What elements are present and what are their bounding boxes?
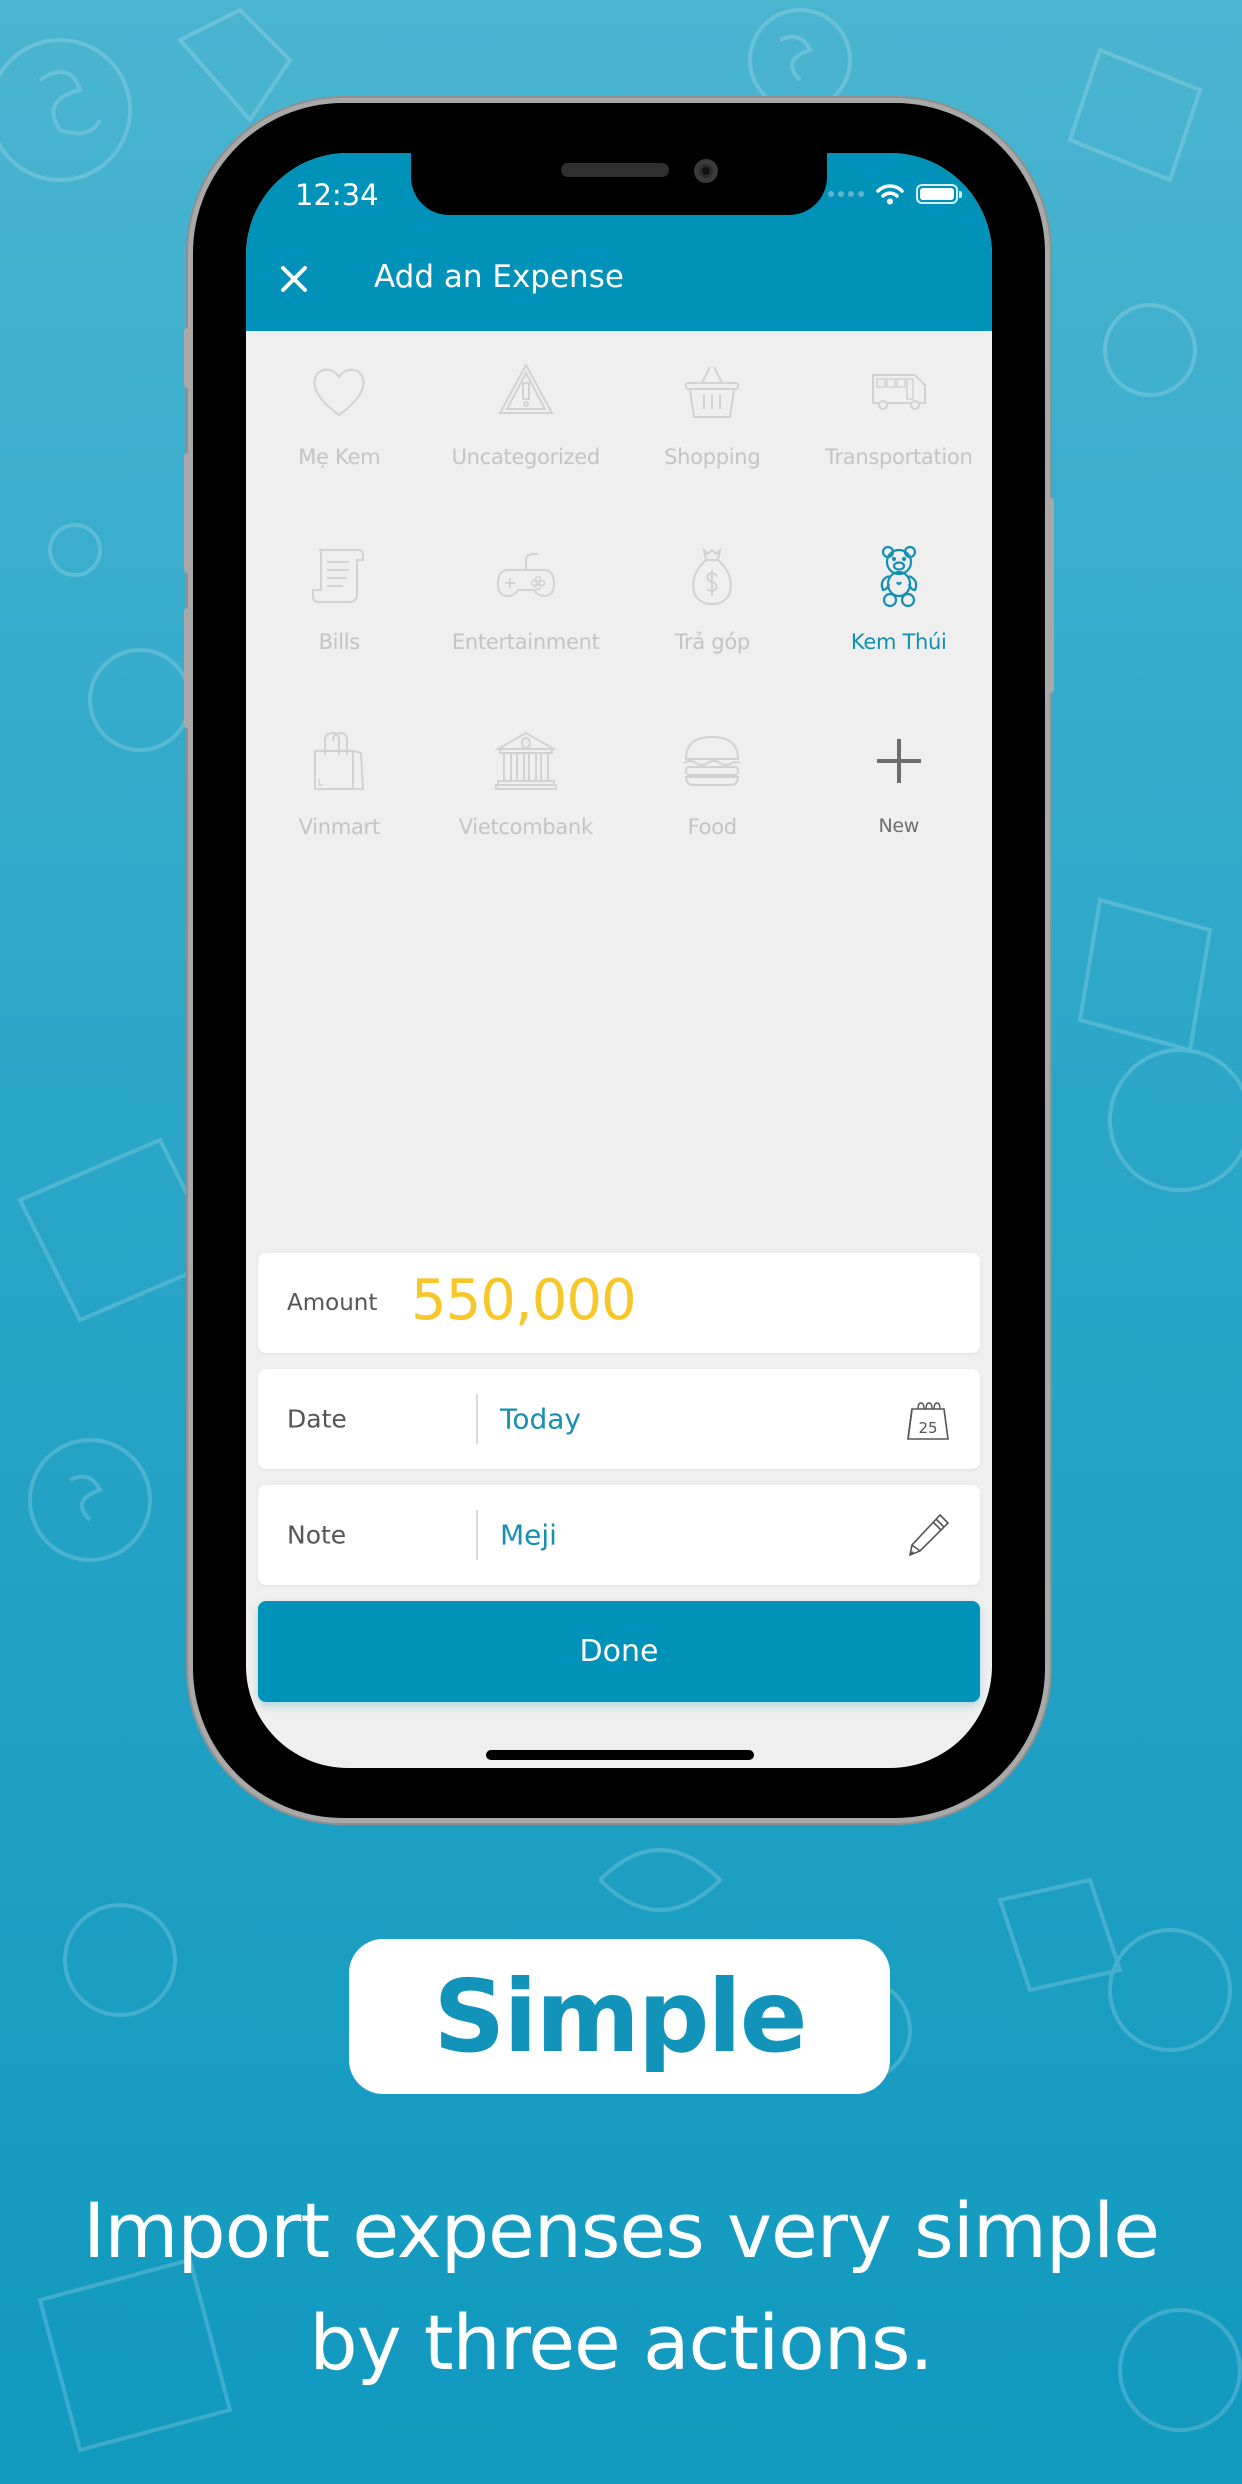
shopping-bag-icon — [314, 731, 365, 790]
category-label: Bills — [318, 630, 361, 654]
teddy-bear-icon — [880, 545, 917, 608]
warning-triangle-icon — [498, 362, 554, 414]
category-label: New — [878, 815, 920, 837]
bus-icon — [871, 374, 926, 410]
front-camera — [694, 159, 718, 183]
category-label: Kem Thúi — [850, 630, 947, 654]
calendar-day: 25 — [918, 1419, 937, 1437]
calendar-icon[interactable]: 25 — [904, 1395, 952, 1443]
phone-notch — [411, 153, 827, 215]
tagline: Import expenses very simple by three act… — [0, 2175, 1242, 2399]
feature-badge: Simple — [349, 1939, 890, 2094]
category-item[interactable]: Bills — [246, 544, 433, 729]
category-label: Entertainment — [451, 630, 600, 654]
amount-value[interactable]: 550,000 — [411, 1268, 637, 1333]
category-label: Food — [687, 815, 737, 839]
category-item[interactable]: Transportation — [806, 359, 993, 544]
date-field[interactable]: Date Today 25 — [258, 1369, 980, 1469]
tagline-line-2: by three actions. — [309, 2298, 933, 2387]
heart-icon — [313, 368, 365, 417]
phone-frame: 12:34 Add an Expense Mẹ Kem Uncategorize… — [184, 103, 1054, 1818]
category-item[interactable]: Trả góp — [619, 544, 806, 729]
app-screen: 12:34 Add an Expense Mẹ Kem Uncategorize… — [246, 153, 992, 1768]
home-indicator[interactable] — [486, 1750, 754, 1760]
done-button[interactable]: Done — [258, 1601, 980, 1702]
receipt-scroll-icon — [312, 549, 365, 603]
category-label: Transportation — [825, 445, 973, 469]
phone-volume-up-button — [184, 453, 190, 573]
category-item[interactable]: Mẹ Kem — [246, 359, 433, 544]
category-label: Vinmart — [298, 815, 380, 839]
gamepad-icon — [496, 553, 555, 598]
category-item[interactable]: Entertainment — [433, 544, 620, 729]
note-field[interactable]: Note Meji — [258, 1485, 980, 1585]
category-item[interactable]: Food — [619, 729, 806, 914]
phone-power-button — [1048, 498, 1054, 693]
battery-icon — [916, 184, 962, 204]
category-item[interactable]: Shopping — [619, 359, 806, 544]
close-button[interactable] — [276, 261, 312, 297]
burger-icon — [683, 735, 741, 786]
status-time: 12:34 — [295, 178, 379, 212]
feature-badge-text: Simple — [433, 1958, 807, 2075]
amount-label: Amount — [287, 1290, 378, 1316]
speaker-grille — [561, 163, 669, 177]
phone-volume-down-button — [184, 608, 190, 728]
category-label: Trả góp — [674, 630, 751, 654]
category-item[interactable]: Uncategorized — [433, 359, 620, 544]
phone-silent-switch — [184, 328, 190, 388]
category-label: Shopping — [664, 445, 761, 469]
pencil-icon[interactable] — [904, 1511, 952, 1559]
category-item[interactable]: Vinmart — [246, 729, 433, 914]
page-title: Add an Expense — [374, 259, 624, 295]
tagline-line-1: Import expenses very simple — [82, 2186, 1160, 2275]
plus-icon — [876, 739, 921, 783]
money-bag-icon — [692, 546, 732, 606]
category-item-selected[interactable]: Kem Thúi — [806, 544, 993, 729]
note-label: Note — [287, 1520, 347, 1550]
bank-icon — [493, 731, 558, 790]
amount-field[interactable]: Amount 550,000 — [258, 1253, 980, 1353]
date-divider — [476, 1394, 478, 1444]
wifi-icon — [876, 184, 904, 205]
category-item[interactable]: Vietcombank — [433, 729, 620, 914]
status-icons — [828, 183, 962, 205]
date-label: Date — [287, 1404, 347, 1434]
category-label: Uncategorized — [451, 445, 601, 469]
category-label: Mẹ Kem — [298, 445, 381, 469]
note-divider — [476, 1510, 478, 1560]
note-value[interactable]: Meji — [500, 1519, 557, 1552]
date-value[interactable]: Today — [500, 1403, 581, 1436]
category-label: Vietcombank — [458, 815, 593, 839]
basket-icon — [685, 366, 740, 418]
category-grid: Mẹ Kem Uncategorized Shopping Transporta… — [246, 331, 992, 914]
add-category-button[interactable]: New — [806, 729, 993, 914]
signal-dots-icon — [828, 191, 864, 197]
